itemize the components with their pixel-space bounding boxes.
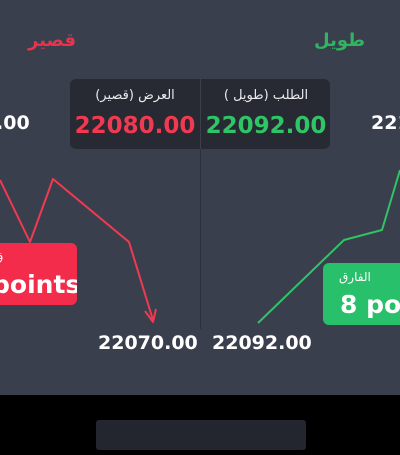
short-spread-caption: ق (0, 250, 3, 264)
long-spread-card: الفارق 8 poi (323, 263, 400, 325)
bid-cell[interactable]: العرض (قصير) 22080.00 (70, 79, 200, 149)
short-spread-card: ق points (0, 243, 77, 305)
short-target-price: 22070.00 (98, 332, 198, 354)
ask-cell[interactable]: الطلب (طويل ) 22092.00 (201, 79, 330, 149)
trading-panel: قصير طويل .00 221 العرض (قصير) 22080.00 … (0, 0, 400, 395)
bid-price: 22080.00 (74, 113, 196, 139)
ask-price: 22092.00 (205, 113, 327, 139)
quote-box: العرض (قصير) 22080.00 الطلب (طويل ) 2209… (70, 79, 330, 149)
bottom-bar (96, 420, 306, 450)
ask-title: الطلب (طويل ) (223, 88, 309, 103)
bid-title: العرض (قصير) (95, 88, 175, 103)
short-spread-value: points (0, 270, 77, 299)
long-spread-value: 8 poi (340, 290, 400, 319)
long-spread-caption: الفارق (339, 270, 371, 284)
long-target-price: 22092.00 (212, 332, 312, 354)
price-paths (0, 169, 400, 324)
